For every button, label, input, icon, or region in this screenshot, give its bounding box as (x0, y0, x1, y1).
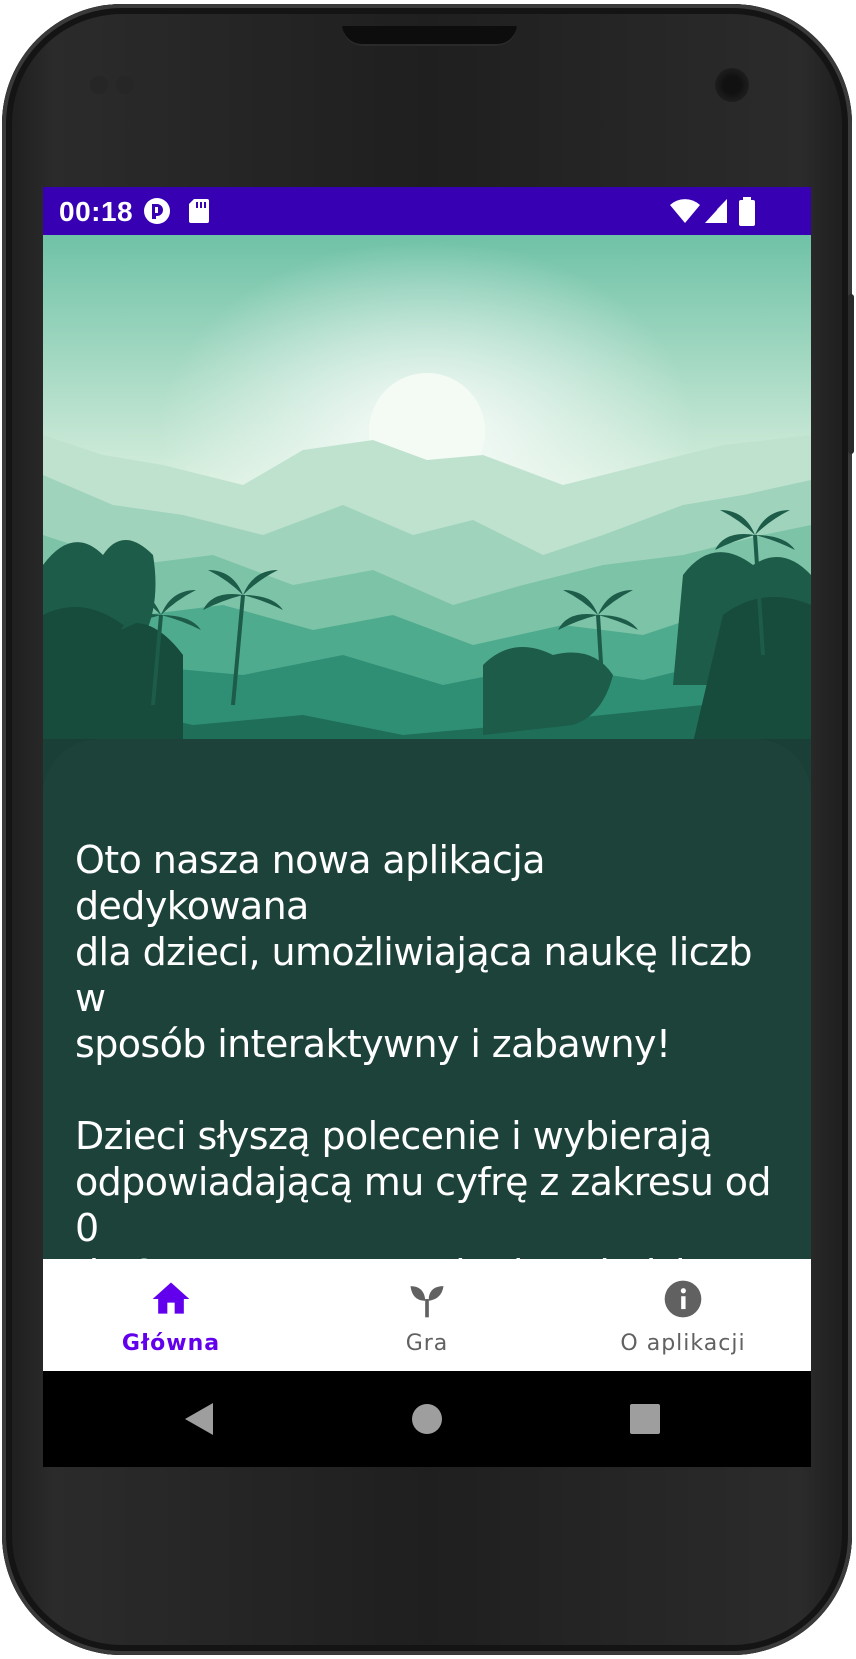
recents-icon[interactable] (629, 1403, 661, 1435)
jungle-sunrise-illustration (43, 235, 811, 785)
signal-icon (705, 199, 727, 223)
back-icon[interactable] (183, 1401, 215, 1437)
earpiece-speaker (342, 26, 517, 46)
nav-label-game: Gra (405, 1331, 449, 1356)
nav-item-home[interactable]: Główna (43, 1259, 299, 1371)
front-camera (715, 68, 749, 102)
home-icon (152, 1282, 190, 1314)
nav-item-about[interactable]: O aplikacji (555, 1259, 811, 1371)
info-icon (664, 1280, 702, 1318)
nav-label-home: Główna (121, 1331, 221, 1356)
app-notification-icon (144, 198, 170, 224)
system-navigation-bar (43, 1371, 811, 1467)
battery-icon (739, 197, 755, 226)
nav-label-about: O aplikacji (620, 1331, 746, 1356)
nav-item-game[interactable]: Gra (299, 1259, 555, 1371)
status-bar: 00:18 (43, 187, 811, 235)
power-button (848, 294, 854, 454)
home-circle-icon[interactable] (411, 1403, 443, 1435)
status-time: 00:18 (59, 196, 134, 227)
device-screen: 00:18 Oto nasza nowa aplikacja dedykowan… (43, 187, 811, 1467)
sd-card-icon (189, 199, 209, 223)
wifi-icon (670, 199, 700, 223)
proximity-sensors (90, 76, 150, 96)
bottom-navigation: Główna Gra O aplikacji (43, 1259, 811, 1371)
sprout-icon (410, 1286, 444, 1318)
